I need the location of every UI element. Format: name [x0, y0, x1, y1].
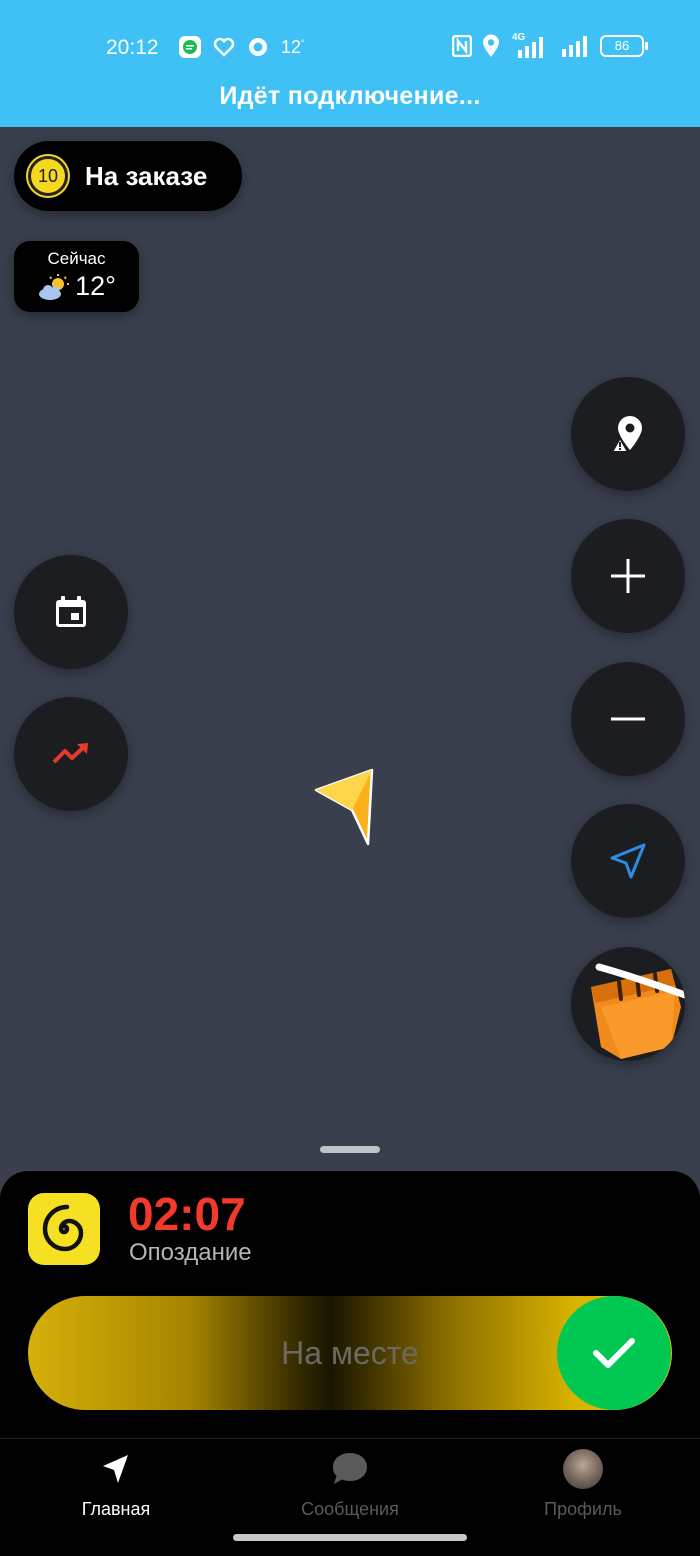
- home-indicator[interactable]: [233, 1534, 467, 1541]
- zoom-out-button[interactable]: [571, 662, 685, 776]
- weather-label: Сейчас: [47, 249, 106, 268]
- tab-messages[interactable]: Сообщения: [270, 1449, 430, 1520]
- status-time: 20:12: [106, 36, 159, 59]
- nfc-icon: [452, 35, 472, 57]
- delay-timer: 02:07: [128, 1188, 246, 1240]
- status-right-cluster: 4G 86: [452, 32, 648, 58]
- bottom-tab-bar: Главная Сообщения Профиль: [0, 1439, 700, 1556]
- spiral-logo-icon: [42, 1204, 84, 1252]
- tab-profile[interactable]: Профиль: [503, 1449, 663, 1520]
- status-bar: 20:12 12° 4G 86 Идёт подключение...: [0, 0, 700, 127]
- cellular-signal-2-icon: [562, 36, 587, 57]
- partly-cloudy-icon: [39, 273, 70, 300]
- chat-bubble-icon: [333, 1453, 367, 1484]
- basket-icon: [591, 963, 685, 1059]
- order-status-label: На заказе: [85, 160, 208, 191]
- zoom-out-icon: [611, 717, 645, 721]
- calendar-icon: [56, 596, 86, 627]
- tab-messages-label: Сообщения: [301, 1499, 399, 1519]
- surge-trend-icon: [52, 743, 88, 764]
- navigate-icon: [610, 843, 646, 879]
- order-count-badge: 10: [28, 156, 68, 196]
- weather-temperature: 12°: [75, 271, 116, 301]
- weather-widget[interactable]: Сейчас 12°: [14, 241, 139, 312]
- zoom-in-icon: [611, 559, 645, 593]
- order-status-pill[interactable]: 10 На заказе: [14, 141, 242, 211]
- heart-app-icon: [213, 37, 235, 57]
- status-temperature: 12°: [281, 37, 305, 57]
- connection-banner: Идёт подключение...: [219, 82, 481, 110]
- zoom-in-button[interactable]: [571, 519, 685, 633]
- report-location-button[interactable]: [571, 377, 685, 491]
- vehicle-position-icon: [314, 768, 374, 846]
- calendar-button[interactable]: [14, 555, 128, 669]
- order-panel: 02:07 Опоздание На месте: [0, 1171, 700, 1441]
- sheet-drag-handle[interactable]: [320, 1146, 380, 1153]
- confirm-arrival-button[interactable]: [557, 1296, 671, 1410]
- messenger-app-icon: [179, 36, 201, 58]
- basket-button[interactable]: [571, 947, 685, 1061]
- avatar: [563, 1449, 603, 1489]
- tab-home[interactable]: Главная: [36, 1449, 196, 1520]
- arrived-slider-label: На месте: [281, 1335, 419, 1371]
- tab-profile-label: Профиль: [544, 1499, 622, 1519]
- checkmark-icon: [593, 1338, 635, 1368]
- battery-indicator: 86: [600, 35, 648, 57]
- app-logo: [28, 1193, 100, 1265]
- delay-status: Опоздание: [129, 1239, 252, 1266]
- tab-home-label: Главная: [81, 1499, 151, 1519]
- lifebuoy-app-icon: [249, 38, 267, 56]
- cellular-signal-1-icon: 4G: [510, 32, 550, 58]
- surge-button[interactable]: [14, 697, 128, 811]
- navigate-button[interactable]: [571, 804, 685, 918]
- report-location-icon: [610, 416, 642, 453]
- navigation-arrow-icon: [103, 1455, 128, 1483]
- location-icon: [483, 34, 499, 57]
